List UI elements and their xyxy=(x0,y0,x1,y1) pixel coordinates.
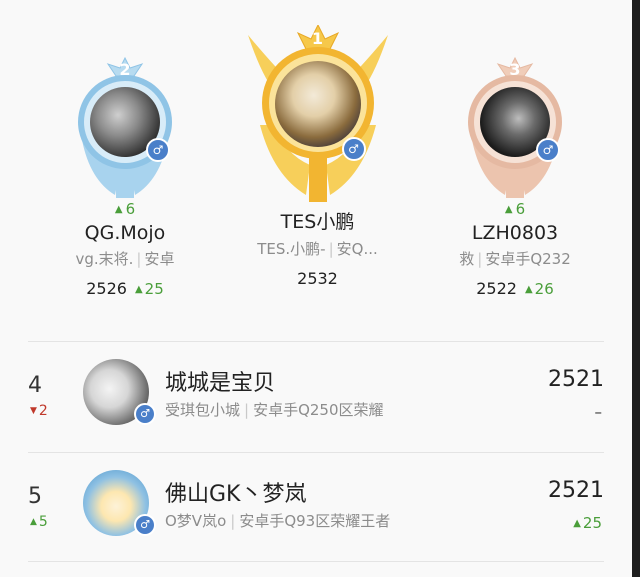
silver-medal-frame: 2 ♂ xyxy=(70,50,180,200)
player-subtitle: 受琪包小城 | 安卓手Q250区荣耀 xyxy=(165,401,384,419)
player-score: 2521 xyxy=(548,367,604,392)
rank-change: ▼ 2 xyxy=(30,403,48,419)
player-subtitle: TES.小鹏- | 安Q... xyxy=(257,240,378,258)
up-arrow-icon: ▲ xyxy=(30,517,37,527)
player-name: 佛山GK丶梦岚 xyxy=(165,482,307,507)
player-score: 2526 ▲ 25 xyxy=(86,279,164,298)
male-icon: ♂ xyxy=(134,403,156,425)
scrollbar[interactable] xyxy=(632,0,640,577)
divider xyxy=(28,452,604,453)
score-change: – xyxy=(594,403,603,421)
up-arrow-icon: ▲ xyxy=(573,518,581,529)
gold-medal-frame: 1 ♂ xyxy=(238,25,398,205)
score-change: ▲ 25 xyxy=(573,514,602,532)
male-icon: ♂ xyxy=(341,137,366,161)
player-name: 城城是宝贝 xyxy=(165,371,276,396)
podium-rank-1[interactable]: 1 ♂ TES小鹏 TES.小鹏- | 安Q... 2532 xyxy=(230,25,405,288)
leaderboard-page: 2 ♂ ▲ 6 QG.Mojo vg.末将. | 安卓 2526 ▲ 25 1 … xyxy=(0,0,632,577)
podium-rank-2[interactable]: 2 ♂ ▲ 6 QG.Mojo vg.末将. | 安卓 2526 ▲ 25 xyxy=(40,50,210,298)
rank-change: ▲ 6 xyxy=(114,200,136,218)
player-subtitle: 救 | 安卓手Q232 xyxy=(459,250,571,268)
up-arrow-icon: ▲ xyxy=(524,284,533,295)
rank-number: 5 xyxy=(28,484,42,509)
male-icon: ♂ xyxy=(146,138,170,162)
player-name: QG.Mojo xyxy=(84,222,166,244)
up-arrow-icon: ▲ xyxy=(504,204,513,215)
male-icon: ♂ xyxy=(536,138,560,162)
rank-number: 4 xyxy=(28,373,42,398)
up-arrow-icon: ▲ xyxy=(114,204,123,215)
rank-number: 1 xyxy=(311,29,324,48)
divider xyxy=(28,561,604,562)
bronze-medal-frame: 3 ♂ xyxy=(460,50,570,200)
podium: 2 ♂ ▲ 6 QG.Mojo vg.末将. | 安卓 2526 ▲ 25 1 … xyxy=(0,0,632,340)
podium-rank-3[interactable]: 3 ♂ ▲ 6 LZH0803 救 | 安卓手Q232 2522 ▲ 26 xyxy=(430,50,600,298)
list-item[interactable]: 4 ▼ 2 ♂ 城城是宝贝 受琪包小城 | 安卓手Q250区荣耀 2521 – xyxy=(0,343,632,451)
player-subtitle: vg.末将. | 安卓 xyxy=(75,250,175,268)
down-arrow-icon: ▼ xyxy=(30,406,37,416)
divider xyxy=(28,341,604,342)
rank-number: 3 xyxy=(509,60,521,79)
avatar[interactable] xyxy=(274,61,361,147)
male-icon: ♂ xyxy=(134,514,156,536)
up-arrow-icon: ▲ xyxy=(134,284,143,295)
rank-number: 2 xyxy=(119,60,131,79)
rank-change: ▲ 5 xyxy=(30,514,48,530)
player-score: 2521 xyxy=(548,478,604,503)
player-score: 2522 ▲ 26 xyxy=(476,279,554,298)
list-item[interactable]: 5 ▲ 5 ♂ 佛山GK丶梦岚 O梦V岚o | 安卓手Q93区荣耀王者 2521 ▲ 2… xyxy=(0,454,632,562)
player-score: 2532 xyxy=(297,269,338,288)
player-name: LZH0803 xyxy=(471,222,559,244)
rank-change: ▲ 6 xyxy=(504,200,526,218)
player-name: TES小鹏 xyxy=(280,211,355,233)
player-subtitle: O梦V岚o | 安卓手Q93区荣耀王者 xyxy=(165,512,391,530)
